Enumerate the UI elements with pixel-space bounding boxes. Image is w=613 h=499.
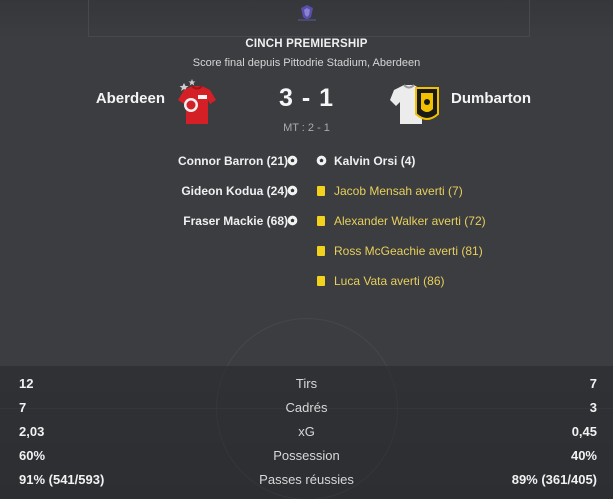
stat-row-passes: 91% (541/593) Passes réussies 89% (361/4…	[0, 471, 613, 489]
away-booking-event[interactable]: Luca Vata averti (86)	[334, 273, 445, 289]
soccer-ball-icon	[287, 215, 298, 226]
competition-logo-icon	[298, 5, 316, 21]
away-kit-icon	[390, 84, 439, 124]
stat-row-xg: 2,03 xG 0,45	[0, 423, 613, 441]
stat-row-shots: 12 Tirs 7	[0, 375, 613, 393]
yellow-card-icon	[317, 186, 325, 196]
stat-away-value: 3	[589, 400, 597, 415]
yellow-card-icon	[317, 276, 325, 286]
yellow-card-icon	[317, 246, 325, 256]
competition-title: CINCH PREMIERSHIP	[245, 38, 368, 50]
stat-away-value: 7	[589, 376, 597, 391]
soccer-ball-icon	[316, 155, 327, 166]
home-goal-event[interactable]: Fraser Mackie (68)	[183, 213, 288, 229]
away-booking-event[interactable]: Ross McGeachie averti (81)	[334, 243, 483, 259]
stat-label: Tirs	[295, 376, 318, 391]
stat-row-shots-on-target: 7 Cadrés 3	[0, 399, 613, 417]
yellow-card-icon	[317, 216, 325, 226]
soccer-ball-icon	[287, 185, 298, 196]
stat-away-value: 40%	[570, 448, 597, 463]
half-time-score: MT : 2 - 1	[283, 122, 330, 134]
away-team-name[interactable]: Dumbarton	[451, 90, 531, 107]
stat-away-value: 0,45	[571, 424, 597, 439]
soccer-ball-icon	[287, 155, 298, 166]
stat-away-value: 89% (361/405)	[511, 472, 597, 487]
home-goal-event[interactable]: Connor Barron (21)	[178, 153, 288, 169]
venue-line: Score final depuis Pittodrie Stadium, Ab…	[192, 57, 421, 69]
stat-label: Possession	[273, 448, 340, 463]
away-booking-event[interactable]: Jacob Mensah averti (7)	[334, 183, 463, 199]
home-goal-event[interactable]: Gideon Kodua (24)	[181, 183, 288, 199]
stat-label: xG	[298, 424, 315, 439]
away-booking-event[interactable]: Alexander Walker averti (72)	[334, 213, 486, 229]
stat-row-possession: 60% Possession 40%	[0, 447, 613, 465]
away-goal-event[interactable]: Kalvin Orsi (4)	[334, 153, 415, 169]
stat-label: Cadrés	[285, 400, 328, 415]
